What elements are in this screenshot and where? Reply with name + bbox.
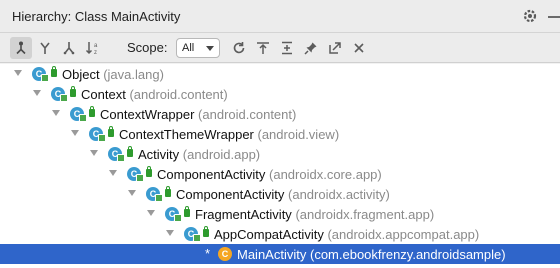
class-icon: C bbox=[127, 167, 144, 182]
svg-text:a: a bbox=[94, 43, 98, 49]
tree-node-componentactivity-core[interactable]: C ComponentActivity (androidx.core.app) bbox=[0, 164, 560, 184]
expand-toggle-icon[interactable] bbox=[14, 70, 22, 76]
refresh-icon[interactable] bbox=[228, 37, 250, 59]
tree-node-contextthemewrapper[interactable]: C ContextThemeWrapper (android.view) bbox=[0, 124, 560, 144]
public-modifier-icon bbox=[127, 146, 133, 157]
tree-node-label: ContextWrapper (android.content) bbox=[100, 107, 297, 122]
public-modifier-icon bbox=[108, 126, 114, 137]
tree-node-label: FragmentActivity (androidx.fragment.app) bbox=[195, 207, 435, 222]
current-class-marker: * bbox=[205, 246, 211, 261]
expand-toggle-icon[interactable] bbox=[90, 150, 98, 156]
pin-icon[interactable] bbox=[300, 37, 322, 59]
tree-node-label: ComponentActivity (androidx.core.app) bbox=[157, 167, 382, 182]
tree-node-label: ComponentActivity (androidx.activity) bbox=[176, 187, 390, 202]
sort-alphabetically-icon[interactable]: az bbox=[82, 37, 104, 59]
public-modifier-icon bbox=[203, 226, 209, 237]
public-modifier-icon bbox=[146, 166, 152, 177]
svg-text:z: z bbox=[94, 50, 97, 56]
close-icon[interactable] bbox=[348, 37, 370, 59]
public-modifier-icon bbox=[165, 186, 171, 197]
public-modifier-icon bbox=[70, 86, 76, 97]
class-icon: C bbox=[32, 67, 49, 82]
title-bar: Hierarchy: Class MainActivity bbox=[0, 0, 560, 33]
tree-node-componentactivity[interactable]: C ComponentActivity (androidx.activity) bbox=[0, 184, 560, 204]
subtypes-icon[interactable] bbox=[58, 37, 80, 59]
expand-all-icon[interactable] bbox=[276, 37, 298, 59]
autoscroll-to-source-icon[interactable] bbox=[252, 37, 274, 59]
chevron-down-icon bbox=[206, 46, 214, 51]
public-modifier-icon bbox=[89, 106, 95, 117]
class-icon: C bbox=[218, 247, 232, 261]
expand-toggle-icon[interactable] bbox=[52, 110, 60, 116]
hierarchy-toolbar: az Scope: All bbox=[0, 33, 560, 63]
public-modifier-icon bbox=[184, 206, 190, 217]
tree-node-label: ContextThemeWrapper (android.view) bbox=[119, 127, 340, 142]
tree-node-label: Activity (android.app) bbox=[138, 147, 261, 162]
class-icon: C bbox=[108, 147, 125, 162]
tree-node-label: AppCompatActivity (androidx.appcompat.ap… bbox=[214, 227, 480, 242]
expand-toggle-icon[interactable] bbox=[109, 170, 117, 176]
scope-value: All bbox=[182, 42, 195, 54]
class-icon: C bbox=[146, 187, 163, 202]
tree-node-label: Context (android.content) bbox=[81, 87, 228, 102]
expand-toggle-icon[interactable] bbox=[166, 230, 174, 236]
expand-toggle-icon[interactable] bbox=[147, 210, 155, 216]
class-icon: C bbox=[89, 127, 106, 142]
scope-select[interactable]: All bbox=[176, 38, 220, 58]
gear-icon[interactable] bbox=[520, 6, 540, 26]
class-icon: C bbox=[165, 207, 182, 222]
class-icon: C bbox=[70, 107, 87, 122]
tree-node-label: Object (java.lang) bbox=[62, 67, 164, 82]
tree-node-mainactivity[interactable]: * C MainActivity (com.ebookfrenzy.androi… bbox=[0, 244, 560, 264]
tree-node-context[interactable]: C Context (android.content) bbox=[0, 84, 560, 104]
tree-node-label: MainActivity (com.ebookfrenzy.androidsam… bbox=[237, 247, 506, 262]
export-icon[interactable] bbox=[324, 37, 346, 59]
tree-node-activity[interactable]: C Activity (android.app) bbox=[0, 144, 560, 164]
scope-label: Scope: bbox=[127, 40, 168, 55]
class-icon: C bbox=[184, 227, 201, 242]
expand-toggle-icon[interactable] bbox=[71, 130, 79, 136]
class-hierarchy-tree: C Object (java.lang) C Context (android.… bbox=[0, 64, 560, 268]
type-hierarchy-icon[interactable] bbox=[10, 37, 32, 59]
expand-toggle-icon[interactable] bbox=[33, 90, 41, 96]
tree-node-appcompatactivity[interactable]: C AppCompatActivity (androidx.appcompat.… bbox=[0, 224, 560, 244]
tree-node-fragmentactivity[interactable]: C FragmentActivity (androidx.fragment.ap… bbox=[0, 204, 560, 224]
class-icon: C bbox=[51, 87, 68, 102]
public-modifier-icon bbox=[51, 66, 57, 77]
window-title: Hierarchy: Class MainActivity bbox=[12, 9, 181, 24]
supertypes-icon[interactable] bbox=[34, 37, 56, 59]
minimize-icon[interactable] bbox=[548, 16, 560, 18]
tree-node-object[interactable]: C Object (java.lang) bbox=[0, 64, 560, 84]
tree-node-contextwrapper[interactable]: C ContextWrapper (android.content) bbox=[0, 104, 560, 124]
expand-toggle-icon[interactable] bbox=[128, 190, 136, 196]
